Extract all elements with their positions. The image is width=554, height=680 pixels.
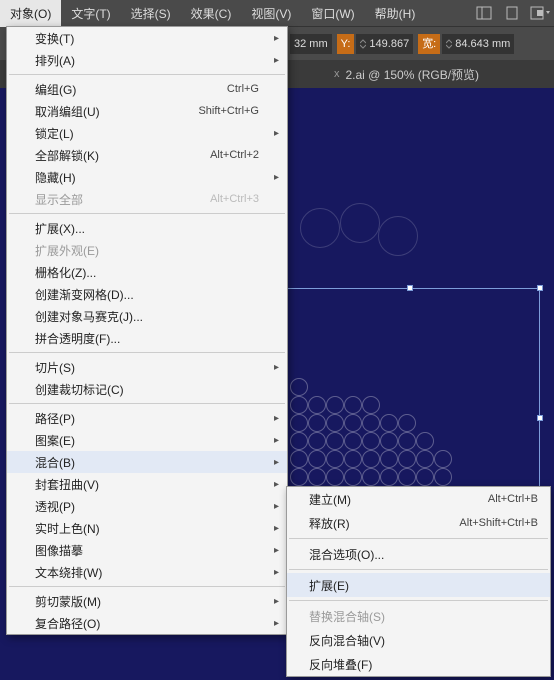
y-field[interactable]: 149.867	[356, 34, 413, 54]
object-menu-dropdown: 变换(T) 排列(A) 编组(G)Ctrl+G 取消编组(U)Shift+Ctr…	[6, 26, 288, 635]
sm-replspine: 替换混合轴(S)	[287, 604, 550, 628]
y-label: Y:	[337, 34, 355, 54]
mi-envelope[interactable]: 封套扭曲(V)	[7, 473, 287, 495]
mi-path[interactable]: 路径(P)	[7, 407, 287, 429]
mi-imagetrace[interactable]: 图像描摹	[7, 539, 287, 561]
sm-revspine[interactable]: 反向混合轴(V)	[287, 628, 550, 652]
mi-group[interactable]: 编组(G)Ctrl+G	[7, 78, 287, 100]
w-field[interactable]: 84.643 mm	[442, 34, 514, 54]
document-icon[interactable]	[501, 3, 523, 23]
mi-hide[interactable]: 隐藏(H)	[7, 166, 287, 188]
sm-options[interactable]: 混合选项(O)...	[287, 542, 550, 566]
layout-icon[interactable]	[473, 3, 495, 23]
x-value: 32 mm	[294, 34, 328, 54]
mi-pattern[interactable]: 图案(E)	[7, 429, 287, 451]
mi-flatten[interactable]: 拼合透明度(F)...	[7, 327, 287, 349]
sm-release[interactable]: 释放(R)Alt+Shift+Ctrl+B	[287, 511, 550, 535]
mi-showall: 显示全部Alt+Ctrl+3	[7, 188, 287, 210]
doc-tab[interactable]: x 2.ai @ 150% (RGB/预览)	[320, 61, 493, 88]
mi-textwrap[interactable]: 文本绕排(W)	[7, 561, 287, 583]
mi-trimmarks[interactable]: 创建裁切标记(C)	[7, 378, 287, 400]
workspace-switcher-icon[interactable]	[529, 3, 551, 23]
blend-submenu: 建立(M)Alt+Ctrl+B 释放(R)Alt+Shift+Ctrl+B 混合…	[286, 486, 551, 677]
mi-livepaint[interactable]: 实时上色(N)	[7, 517, 287, 539]
sm-expand[interactable]: 扩展(E)	[287, 573, 550, 597]
menu-window[interactable]: 窗口(W)	[301, 0, 364, 27]
x-field[interactable]: 32 mm	[290, 34, 332, 54]
mi-expand[interactable]: 扩展(X)...	[7, 217, 287, 239]
menu-object[interactable]: 对象(O)	[0, 0, 61, 27]
menu-help[interactable]: 帮助(H)	[365, 0, 426, 27]
sm-revfront[interactable]: 反向堆叠(F)	[287, 652, 550, 676]
mi-compound[interactable]: 复合路径(O)	[7, 612, 287, 634]
stepper-icon[interactable]	[446, 39, 452, 49]
menu-view[interactable]: 视图(V)	[241, 0, 301, 27]
stepper-icon[interactable]	[360, 39, 366, 49]
mi-perspective[interactable]: 透视(P)	[7, 495, 287, 517]
unit-label: mm	[492, 34, 510, 54]
menu-select[interactable]: 选择(S)	[121, 0, 181, 27]
doc-tab-title: 2.ai @ 150% (RGB/预览)	[346, 66, 480, 83]
mi-clipmask[interactable]: 剪切蒙版(M)	[7, 590, 287, 612]
mi-unlockall[interactable]: 全部解锁(K)Alt+Ctrl+2	[7, 144, 287, 166]
w-value: 84.643	[455, 34, 489, 54]
mi-rasterize[interactable]: 栅格化(Z)...	[7, 261, 287, 283]
y-value: 149.867	[369, 34, 409, 54]
mi-mosaic[interactable]: 创建对象马赛克(J)...	[7, 305, 287, 327]
menu-text[interactable]: 文字(T)	[61, 0, 120, 27]
mi-ungroup[interactable]: 取消编组(U)Shift+Ctrl+G	[7, 100, 287, 122]
mi-slice[interactable]: 切片(S)	[7, 356, 287, 378]
mi-arrange[interactable]: 排列(A)	[7, 49, 287, 71]
sm-make[interactable]: 建立(M)Alt+Ctrl+B	[287, 487, 550, 511]
menubar: 对象(O) 文字(T) 选择(S) 效果(C) 视图(V) 窗口(W) 帮助(H…	[0, 0, 554, 26]
menu-effect[interactable]: 效果(C)	[181, 0, 242, 27]
close-tab-icon[interactable]: x	[334, 68, 340, 80]
mi-transform[interactable]: 变换(T)	[7, 27, 287, 49]
mi-gradmesh[interactable]: 创建渐变网格(D)...	[7, 283, 287, 305]
mi-blend[interactable]: 混合(B)	[7, 451, 287, 473]
mi-expandapp: 扩展外观(E)	[7, 239, 287, 261]
w-label: 宽:	[418, 34, 440, 54]
mi-lock[interactable]: 锁定(L)	[7, 122, 287, 144]
